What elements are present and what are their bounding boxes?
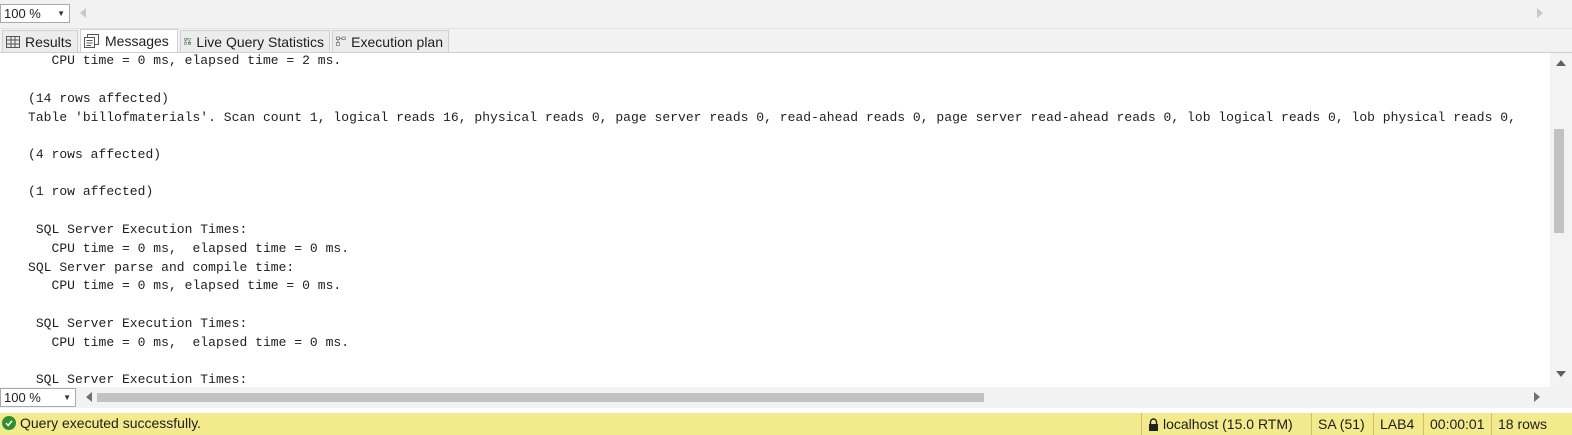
scroll-right-icon[interactable] (1534, 392, 1540, 402)
status-message-area: Query executed successfully. (2, 415, 201, 431)
chevron-down-icon[interactable]: ▼ (63, 389, 71, 406)
status-database: LAB4 (1373, 413, 1414, 435)
message-line: (14 rows affected) (28, 91, 169, 106)
vertical-scrollbar[interactable] (1550, 53, 1572, 387)
message-line: (1 row affected) (28, 184, 154, 199)
bottom-zoom-combobox[interactable]: 100 % ▼ (0, 388, 76, 407)
status-bar: Query executed successfully. localhost (… (0, 413, 1572, 435)
message-line: Table 'billofmaterials'. Scan count 1, l… (28, 110, 1516, 125)
top-zoom-combobox[interactable]: 100 % ▼ (0, 4, 70, 23)
chevron-down-icon[interactable]: ▼ (57, 5, 65, 22)
scroll-down-icon[interactable] (1556, 371, 1566, 377)
status-server: localhost (15.0 RTM) (1141, 413, 1293, 435)
messages-icon (84, 34, 99, 48)
bottom-zoom-value: 100 % (4, 390, 41, 405)
message-line: CPU time = 0 ms, elapsed time = 2 ms. (28, 53, 342, 68)
message-line: SQL Server Execution Times: (28, 222, 248, 237)
scroll-left-icon[interactable] (80, 8, 86, 18)
scroll-up-icon[interactable] (1556, 60, 1566, 66)
tab-messages[interactable]: Messages (80, 29, 178, 52)
bottom-zoom-strip: 100 % ▼ (0, 387, 1572, 408)
execution-plan-icon (336, 36, 346, 46)
live-query-stats-icon (184, 38, 192, 45)
tab-execution-plan[interactable]: Execution plan (332, 30, 449, 52)
scroll-right-icon[interactable] (1537, 8, 1543, 18)
results-tab-strip: Results Messages Live Query Statistics E… (0, 29, 1572, 53)
status-elapsed: 00:00:01 (1423, 413, 1485, 435)
message-line: SQL Server parse and compile time: (28, 260, 303, 275)
message-line: SQL Server Execution Times: (28, 372, 248, 387)
status-server-label: localhost (15.0 RTM) (1163, 416, 1293, 432)
message-line: SQL Server Execution Times: (28, 316, 248, 331)
message-line: CPU time = 0 ms, elapsed time = 0 ms. (28, 241, 350, 256)
status-user: SA (51) (1311, 413, 1365, 435)
message-line: (4 rows affected) (28, 147, 162, 162)
tab-results[interactable]: Results (2, 30, 78, 52)
tab-execution-plan-label: Execution plan (351, 33, 443, 50)
success-check-icon (2, 416, 16, 430)
message-line: CPU time = 0 ms, elapsed time = 0 ms. (28, 278, 342, 293)
tab-results-label: Results (25, 33, 72, 50)
lock-icon (1149, 418, 1158, 431)
top-zoom-value: 100 % (4, 6, 41, 21)
tab-messages-label: Messages (105, 33, 169, 49)
top-zoom-strip: 100 % ▼ (0, 0, 1572, 29)
grid-icon (6, 35, 20, 48)
horizontal-scroll-thumb[interactable] (97, 393, 984, 402)
tab-live-query-statistics[interactable]: Live Query Statistics (180, 30, 330, 52)
vertical-scroll-thumb[interactable] (1554, 129, 1564, 233)
message-line: CPU time = 0 ms, elapsed time = 0 ms. (28, 335, 350, 350)
tab-live-query-statistics-label: Live Query Statistics (196, 33, 324, 50)
status-message: Query executed successfully. (20, 415, 202, 431)
messages-pane[interactable]: CPU time = 0 ms, elapsed time = 2 ms. (1… (0, 53, 1550, 387)
scroll-left-icon[interactable] (86, 392, 92, 402)
status-rows: 18 rows (1491, 413, 1547, 435)
